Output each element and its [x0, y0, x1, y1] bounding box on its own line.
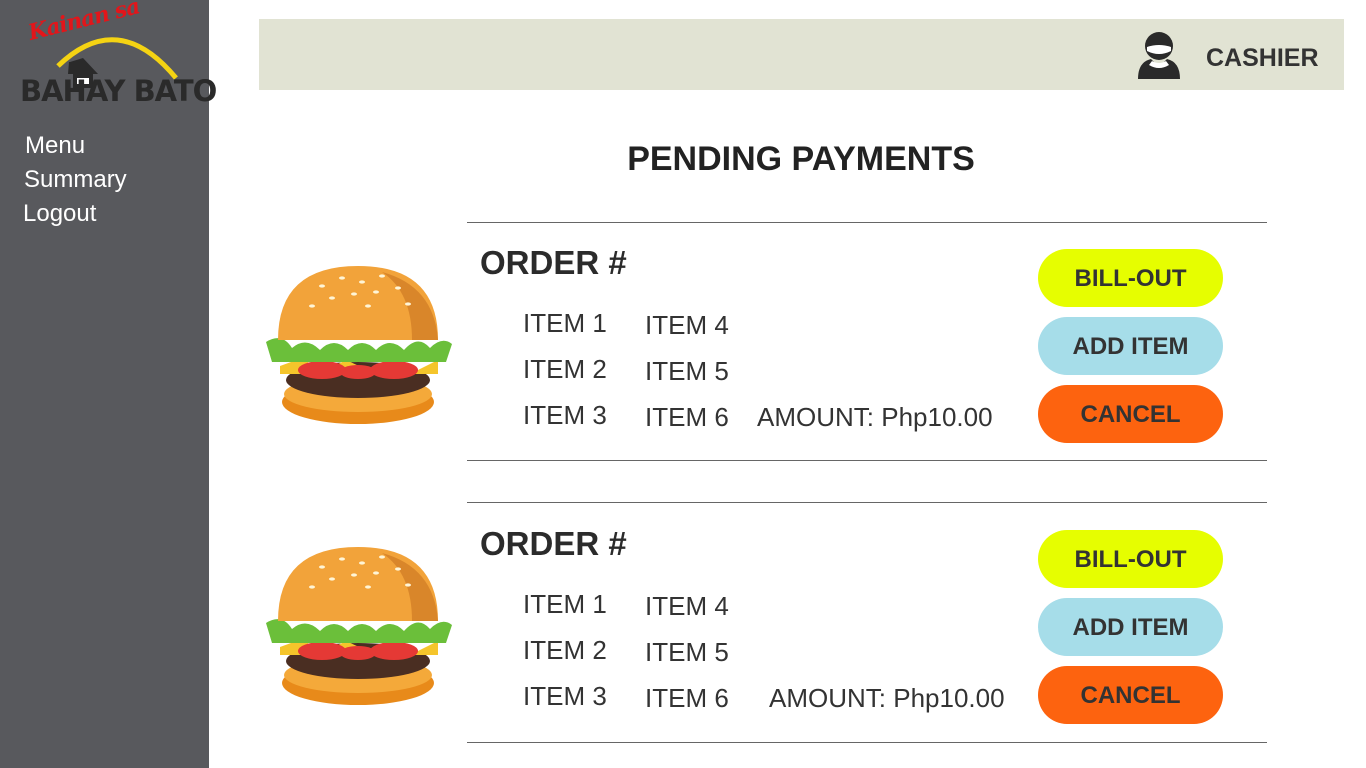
order-amount: AMOUNT: Php10.00: [757, 402, 993, 432]
divider: [467, 742, 1267, 743]
bill-out-button[interactable]: BILL-OUT: [1038, 249, 1223, 307]
order-item: ITEM 4: [645, 310, 729, 340]
order-item: ITEM 2: [523, 635, 607, 665]
order-item: ITEM 5: [645, 637, 729, 667]
order-item: ITEM 3: [523, 681, 607, 711]
order-item: ITEM 6: [645, 683, 729, 713]
bill-out-button[interactable]: BILL-OUT: [1038, 530, 1223, 588]
cancel-button[interactable]: CANCEL: [1038, 666, 1223, 724]
order-item: ITEM 1: [523, 308, 607, 338]
order-item: ITEM 6: [645, 402, 729, 432]
order-title: ORDER #: [480, 525, 627, 562]
burger-icon: [266, 266, 452, 424]
order-item: ITEM 5: [645, 356, 729, 386]
divider: [467, 502, 1267, 503]
add-item-button[interactable]: ADD ITEM: [1038, 317, 1223, 375]
divider: [467, 460, 1267, 461]
burger-icon: [266, 547, 452, 705]
order-item: ITEM 1: [523, 589, 607, 619]
order-card: ORDER # ITEM 1 ITEM 2 ITEM 3 ITEM 4 ITEM…: [0, 0, 1366, 743]
order-item: ITEM 3: [523, 400, 607, 430]
add-item-button[interactable]: ADD ITEM: [1038, 598, 1223, 656]
order-title: ORDER #: [480, 244, 627, 281]
order-item: ITEM 4: [645, 591, 729, 621]
order-item: ITEM 2: [523, 354, 607, 384]
order-amount: AMOUNT: Php10.00: [769, 683, 1005, 713]
cancel-button[interactable]: CANCEL: [1038, 385, 1223, 443]
